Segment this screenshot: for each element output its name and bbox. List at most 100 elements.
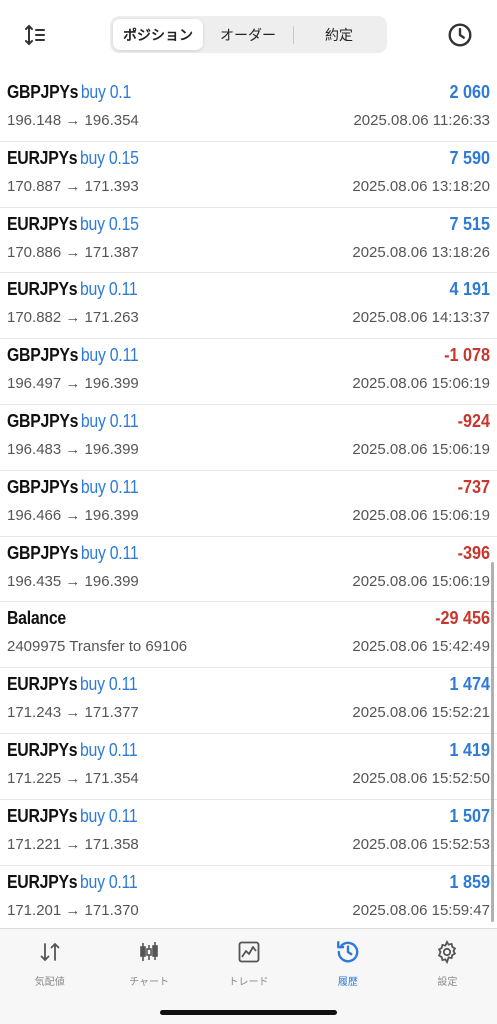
deal-side: buy 0.11	[80, 410, 139, 431]
sort-icon[interactable]	[20, 20, 50, 50]
deal-row[interactable]: EURJPYs buy 0.11 171.225 → 171.354 1 419 202…	[0, 734, 497, 800]
deal-profit: -1 078	[444, 345, 490, 366]
deal-row[interactable]: GBPJPYs buy 0.11 196.483 → 196.399 -924 2025…	[0, 405, 497, 471]
symbol-name: EURJPYs	[7, 279, 78, 300]
deal-symbol: GBPJPYs buy 0.11	[7, 345, 139, 366]
deal-profit: -737	[457, 476, 490, 497]
symbol-name: EURJPYs	[7, 805, 78, 826]
deal-row[interactable]: EURJPYs buy 0.11 170.882 → 171.263 4 191 202…	[0, 273, 497, 340]
deal-prices: 196.483 → 196.399	[7, 440, 139, 458]
deal-time: 2025.08.06 15:06:19	[352, 375, 490, 393]
tab-positions[interactable]: ポジション	[113, 19, 203, 50]
deal-symbol: EURJPYs buy 0.15	[7, 214, 139, 235]
deal-profit: -924	[457, 410, 490, 431]
deal-prices: 170.887 → 171.393	[7, 177, 139, 195]
tab-quotes[interactable]: 気配値	[0, 929, 99, 1024]
deal-history-list: GBPJPYs buy 0.1 196.148 → 196.354 2 060 2025…	[0, 76, 497, 932]
symbol-name: GBPJPYs	[7, 542, 79, 563]
deal-prices: 196.148 → 196.354	[7, 112, 139, 129]
trade-icon	[234, 937, 264, 967]
deal-row[interactable]: GBPJPYs buy 0.1 196.148 → 196.354 2 060 2025…	[0, 76, 497, 142]
deal-side: buy 0.11	[79, 674, 138, 695]
deal-profit: 1 859	[449, 871, 490, 892]
deal-time: 2025.08.06 15:42:49	[352, 638, 490, 656]
symbol-name: Balance	[7, 608, 66, 629]
deal-row[interactable]: GBPJPYs buy 0.11 196.435 → 196.399 -396 2025…	[0, 537, 497, 603]
deal-time: 2025.08.06 15:06:19	[352, 506, 490, 524]
deal-profit: 7 590	[449, 147, 490, 168]
deal-symbol: EURJPYs buy 0.11	[7, 805, 138, 827]
tab-deals[interactable]: 約定	[294, 19, 384, 50]
deal-row[interactable]: GBPJPYs buy 0.11 196.466 → 196.399 -737 2025…	[0, 471, 497, 537]
deal-side: buy 0.11	[80, 476, 139, 497]
deal-time: 2025.08.06 14:13:37	[352, 309, 490, 327]
symbol-name: GBPJPYs	[7, 345, 79, 366]
deal-prices: 196.466 → 196.399	[7, 506, 139, 524]
deal-side: buy 0.11	[79, 805, 138, 826]
tab-trade-label: トレード	[228, 977, 269, 988]
quotes-icon	[35, 937, 65, 967]
deal-row[interactable]: EURJPYs buy 0.15 170.887 → 171.393 7 590 202…	[0, 142, 497, 208]
deal-symbol: EURJPYs buy 0.15	[7, 148, 139, 169]
symbol-name: EURJPYs	[7, 147, 78, 168]
deal-symbol: EURJPYs buy 0.11	[7, 674, 138, 695]
deal-time: 2025.08.06 13:18:20	[352, 177, 490, 195]
top-bar: ポジション オーダー 約定	[0, 0, 497, 66]
deal-side: buy 0.11	[80, 542, 139, 563]
deal-profit: 4 191	[449, 279, 490, 300]
tab-chart-label: チャート	[129, 977, 170, 988]
deal-prices: 2409975 Transfer to 69106	[7, 638, 188, 656]
tab-positions-label: ポジション	[123, 27, 193, 44]
symbol-name: GBPJPYs	[7, 82, 79, 102]
symbol-name: EURJPYs	[7, 871, 78, 892]
deal-symbol: GBPJPYs buy 0.11	[7, 542, 139, 564]
symbol-name: GBPJPYs	[7, 476, 79, 497]
tab-settings-label: 設定	[437, 977, 458, 988]
deal-row[interactable]: EURJPYs buy 0.11 171.243 → 171.377 1 474 202…	[0, 668, 497, 734]
deal-side: buy 0.11	[79, 739, 138, 760]
deal-row[interactable]: EURJPYs buy 0.15 170.886 → 171.387 7 515 202…	[0, 208, 497, 274]
settings-icon	[432, 937, 462, 967]
deal-profit: 2 060	[449, 82, 490, 102]
deal-row[interactable]: EURJPYs buy 0.11 171.201 → 171.370 1 859 202…	[0, 866, 497, 932]
scrollbar[interactable]	[491, 562, 494, 922]
tab-history-label: 履歴	[337, 977, 358, 988]
deal-profit: 1 419	[449, 739, 490, 760]
deal-side: buy 0.11	[80, 345, 139, 366]
deal-symbol: GBPJPYs buy 0.1	[7, 82, 131, 103]
deal-row[interactable]: Balance 2409975 Transfer to 69106 -29 456 2…	[0, 602, 497, 669]
tab-settings[interactable]: 設定	[398, 929, 497, 1024]
deal-prices: 171.243 → 171.377	[7, 704, 139, 722]
tab-orders-label: オーダー	[220, 27, 276, 44]
tab-orders[interactable]: オーダー	[203, 19, 293, 50]
deal-time: 2025.08.06 15:52:53	[352, 835, 490, 853]
history-icon	[333, 937, 363, 967]
deal-row[interactable]: GBPJPYs buy 0.11 196.497 → 196.399 -1 078 20…	[0, 339, 497, 405]
deal-symbol: EURJPYs buy 0.11	[7, 871, 138, 893]
deal-side: buy 0.1	[80, 82, 131, 102]
deal-profit: 1 507	[449, 805, 490, 826]
symbol-name: GBPJPYs	[7, 410, 79, 431]
deal-symbol: EURJPYs buy 0.11	[7, 279, 138, 300]
deal-symbol: GBPJPYs buy 0.11	[7, 476, 139, 498]
deal-side: buy 0.11	[79, 871, 138, 892]
chart-icon	[134, 937, 164, 967]
deal-symbol: EURJPYs buy 0.11	[7, 739, 138, 761]
deal-prices: 170.882 → 171.263	[7, 309, 139, 327]
deal-time: 2025.08.06 11:26:33	[353, 112, 490, 129]
symbol-name: EURJPYs	[7, 213, 78, 234]
deal-time: 2025.08.06 15:06:19	[352, 572, 490, 590]
deal-prices: 196.497 → 196.399	[7, 375, 139, 393]
deal-row[interactable]: EURJPYs buy 0.11 171.221 → 171.358 1 507 202…	[0, 800, 497, 866]
deal-side: buy 0.15	[79, 213, 139, 234]
deal-time: 2025.08.06 15:52:21	[352, 704, 490, 722]
deal-side: buy 0.11	[79, 279, 138, 300]
deal-prices: 170.886 → 171.387	[7, 243, 139, 261]
deal-profit: 7 515	[449, 213, 490, 234]
home-indicator	[160, 1010, 337, 1015]
clock-icon[interactable]	[445, 20, 475, 50]
deal-prices: 171.225 → 171.354	[7, 769, 139, 787]
deal-time: 2025.08.06 15:59:47	[352, 901, 490, 919]
deal-profit: 1 474	[449, 674, 490, 695]
deal-profit: -396	[457, 542, 490, 563]
